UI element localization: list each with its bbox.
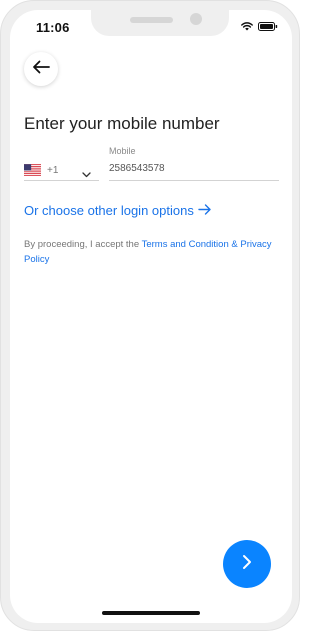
country-code-selector[interactable]: +1 <box>24 160 99 181</box>
wifi-icon <box>241 22 253 31</box>
other-login-options-link[interactable]: Or choose other login options <box>24 203 212 218</box>
speaker-grille <box>130 17 173 23</box>
status-icons <box>241 22 278 31</box>
device-notch <box>91 10 229 36</box>
back-button[interactable] <box>24 52 58 86</box>
us-flag-icon <box>24 164 41 176</box>
arrow-right-icon <box>198 203 212 218</box>
terms-prefix: By proceeding, I accept the <box>24 239 140 250</box>
next-button[interactable] <box>223 540 271 588</box>
app-screen: 11:06 Enter your mobile number +1 Mobile… <box>10 10 292 623</box>
home-indicator <box>102 611 200 615</box>
arrow-left-icon <box>32 60 50 79</box>
chevron-down-icon <box>82 165 91 183</box>
mobile-field: Mobile <box>109 146 279 181</box>
front-camera <box>190 13 202 25</box>
dial-code: +1 <box>47 164 59 176</box>
device-frame: 11:06 Enter your mobile number +1 Mobile… <box>0 0 300 631</box>
other-login-options-label: Or choose other login options <box>24 203 194 218</box>
chevron-right-icon <box>241 554 253 575</box>
terms-text: By proceeding, I accept the Terms and Co… <box>24 237 274 267</box>
page-title: Enter your mobile number <box>24 114 220 133</box>
status-time: 11:06 <box>36 20 70 35</box>
mobile-input[interactable] <box>109 160 277 176</box>
mobile-label: Mobile <box>109 146 136 156</box>
battery-icon <box>258 22 278 31</box>
